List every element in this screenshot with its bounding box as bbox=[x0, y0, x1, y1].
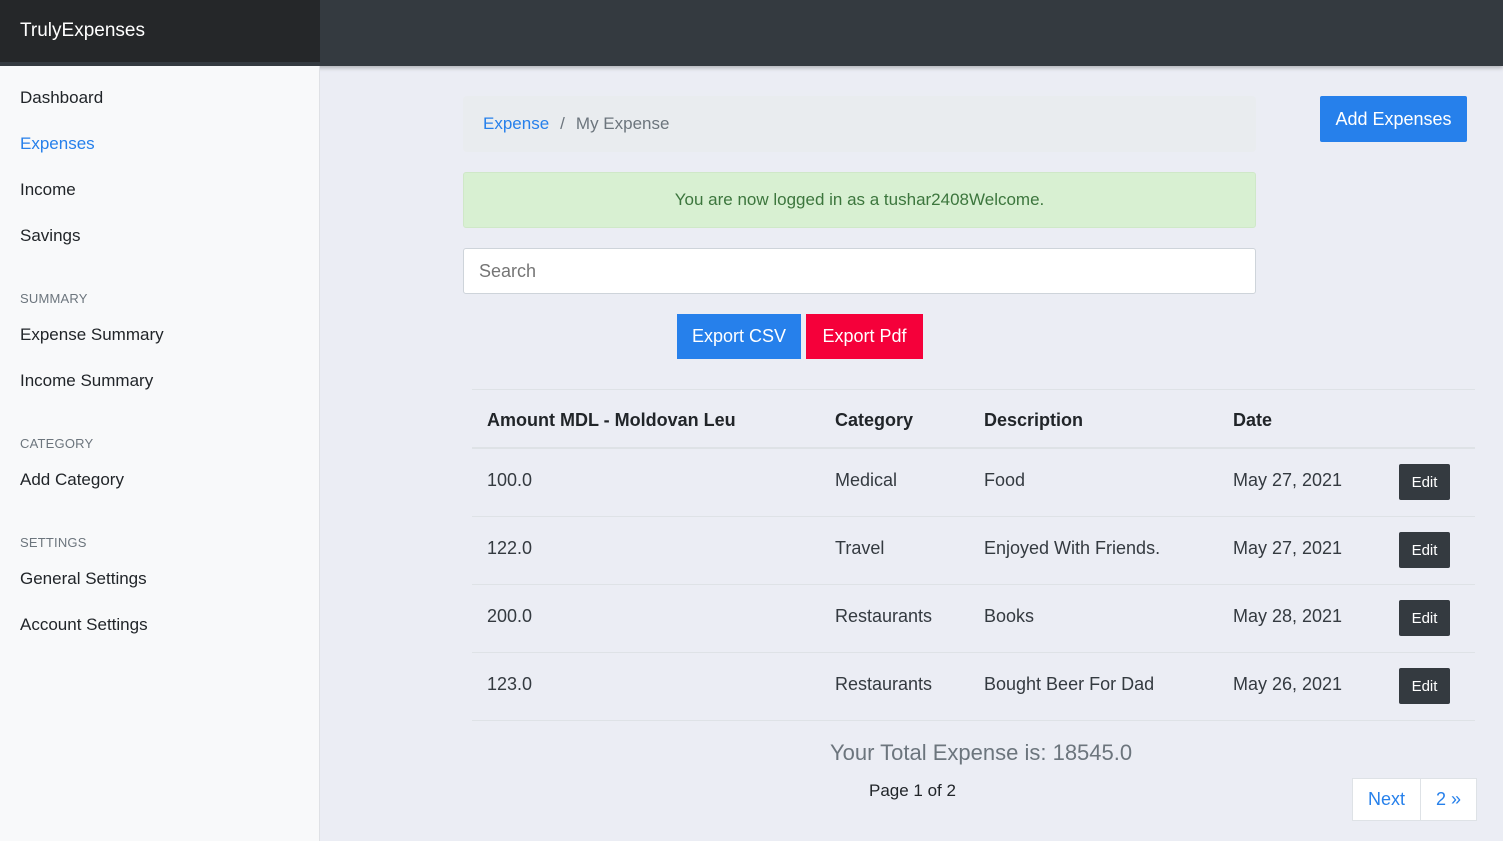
sidebar-item-income[interactable]: Income bbox=[20, 180, 76, 200]
export-csv-button[interactable]: Export CSV bbox=[677, 314, 801, 359]
page-info: Page 1 of 2 bbox=[869, 781, 956, 800]
cell-description: Bought Beer For Dad bbox=[984, 674, 1155, 694]
cell-amount: 122.0 bbox=[487, 538, 533, 558]
cell-amount: 123.0 bbox=[487, 674, 533, 694]
edit-button[interactable]: Edit bbox=[1399, 532, 1450, 568]
breadcrumb-link-expense[interactable]: Expense bbox=[483, 114, 549, 133]
cell-category: Restaurants bbox=[835, 606, 933, 626]
total-expense: Your Total Expense is: 18545.0 bbox=[830, 740, 1133, 765]
column-header-date[interactable]: Date bbox=[1233, 390, 1272, 450]
sidebar-heading-summary: SUMMARY bbox=[20, 291, 88, 306]
search-input[interactable] bbox=[463, 248, 1256, 294]
sidebar-item-account-settings[interactable]: Account Settings bbox=[20, 615, 148, 635]
brand-logo[interactable]: TrulyExpenses bbox=[0, 0, 320, 62]
cell-amount: 100.0 bbox=[487, 470, 533, 490]
table-row: 100.0 Medical Food May 27, 2021 Edit bbox=[472, 449, 1475, 517]
breadcrumb-separator: / bbox=[560, 114, 565, 133]
pagination: Next 2 » bbox=[1352, 778, 1478, 821]
table-row: 123.0 Restaurants Bought Beer For Dad Ma… bbox=[472, 653, 1475, 721]
sidebar: Dashboard Expenses Income Savings SUMMAR… bbox=[0, 66, 320, 841]
sidebar-heading-settings: SETTINGS bbox=[20, 535, 87, 550]
cell-description: Books bbox=[984, 606, 1035, 626]
column-header-amount[interactable]: Amount MDL - Moldovan Leu bbox=[487, 390, 736, 450]
add-expenses-button[interactable]: Add Expenses bbox=[1320, 96, 1467, 142]
cell-description: Enjoyed With Friends. bbox=[984, 538, 1161, 558]
cell-date: May 27, 2021 bbox=[1233, 538, 1343, 558]
pagination-next-link[interactable]: Next bbox=[1352, 778, 1422, 821]
table-header: Amount MDL - Moldovan Leu Category Descr… bbox=[472, 389, 1475, 449]
breadcrumb: Expense / My Expense bbox=[463, 96, 1256, 152]
sidebar-item-general-settings[interactable]: General Settings bbox=[20, 569, 147, 589]
cell-category: Restaurants bbox=[835, 674, 933, 694]
cell-date: May 26, 2021 bbox=[1233, 674, 1343, 694]
cell-description: Food bbox=[984, 470, 1026, 490]
expenses-table: Amount MDL - Moldovan Leu Category Descr… bbox=[472, 389, 1475, 721]
top-navbar: TrulyExpenses bbox=[0, 0, 1503, 66]
cell-category: Travel bbox=[835, 538, 885, 558]
pagination-last-link[interactable]: 2 » bbox=[1421, 778, 1478, 821]
sidebar-item-dashboard[interactable]: Dashboard bbox=[20, 88, 103, 108]
edit-button[interactable]: Edit bbox=[1399, 464, 1450, 500]
sidebar-item-expenses[interactable]: Expenses bbox=[20, 134, 95, 154]
login-alert: You are now logged in as a tushar2408Wel… bbox=[463, 172, 1256, 228]
edit-button[interactable]: Edit bbox=[1399, 600, 1450, 636]
cell-date: May 27, 2021 bbox=[1233, 470, 1343, 490]
edit-button[interactable]: Edit bbox=[1399, 668, 1450, 704]
column-header-description[interactable]: Description bbox=[984, 390, 1083, 450]
sidebar-heading-category: CATEGORY bbox=[20, 436, 94, 451]
cell-category: Medical bbox=[835, 470, 898, 490]
table-row: 122.0 Travel Enjoyed With Friends. May 2… bbox=[472, 517, 1475, 585]
cell-date: May 28, 2021 bbox=[1233, 606, 1343, 626]
breadcrumb-current: My Expense bbox=[575, 114, 670, 133]
column-header-category[interactable]: Category bbox=[835, 390, 913, 450]
table-row: 200.0 Restaurants Books May 28, 2021 Edi… bbox=[472, 585, 1475, 653]
cell-amount: 200.0 bbox=[487, 606, 533, 626]
sidebar-item-expense-summary[interactable]: Expense Summary bbox=[20, 325, 164, 345]
sidebar-item-savings[interactable]: Savings bbox=[20, 226, 80, 246]
sidebar-item-income-summary[interactable]: Income Summary bbox=[20, 371, 153, 391]
export-pdf-button[interactable]: Export Pdf bbox=[806, 314, 923, 359]
sidebar-item-add-category[interactable]: Add Category bbox=[20, 470, 124, 490]
